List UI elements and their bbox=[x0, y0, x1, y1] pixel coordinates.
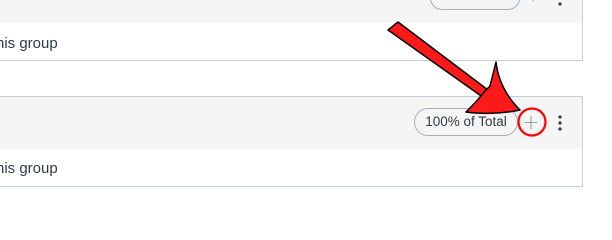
kebab-menu-icon[interactable] bbox=[556, 114, 564, 132]
plus-icon[interactable]: + bbox=[526, 0, 540, 7]
assignment-group-body bbox=[0, 23, 583, 61]
assignment-group-body bbox=[0, 149, 583, 187]
add-assignment-button[interactable]: + bbox=[521, 110, 541, 134]
group-weight-pill: 100% of Total bbox=[414, 108, 518, 136]
group-weight-pill bbox=[430, 0, 520, 10]
plus-icon: + bbox=[522, 110, 540, 134]
group-description-text: his group bbox=[0, 35, 58, 52]
assignments-page: + his group 100% of Total + his group bbox=[0, 0, 612, 221]
kebab-menu-icon[interactable] bbox=[556, 0, 564, 8]
group-description-text: his group bbox=[0, 160, 58, 177]
